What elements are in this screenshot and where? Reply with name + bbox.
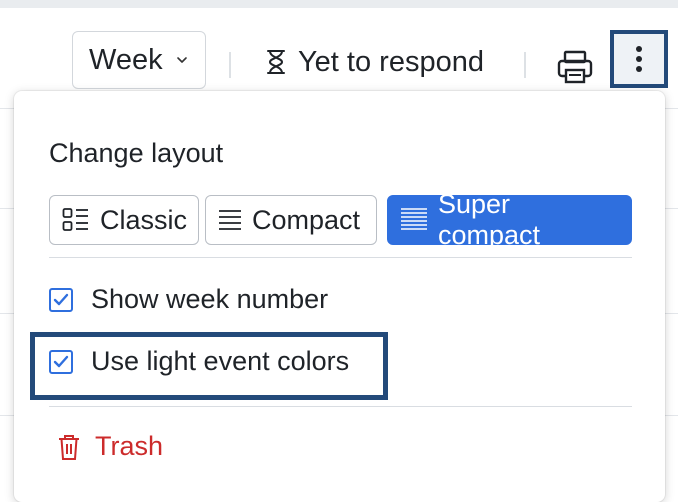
super-compact-layout-icon: [401, 208, 427, 230]
trash-label: Trash: [95, 431, 164, 461]
trash-icon: [59, 434, 79, 460]
light-event-colors-highlight: [30, 332, 388, 400]
yet-to-respond-label: Yet to respond: [298, 45, 484, 78]
view-select-label: Week: [89, 43, 163, 76]
check-icon: [53, 293, 69, 305]
layout-classic-label: Classic: [100, 204, 188, 235]
show-week-number-label: Show week number: [91, 284, 329, 314]
print-button[interactable]: [556, 48, 596, 88]
layout-super-compact-label: Super compact: [438, 189, 541, 250]
printer-icon: [557, 50, 593, 84]
layout-classic-button[interactable]: Classic: [49, 195, 199, 245]
toolbar-separator: [229, 52, 231, 78]
classic-layout-icon: [62, 208, 88, 231]
menu-divider: [49, 257, 632, 258]
layout-super-compact-button[interactable]: Super compact: [387, 189, 632, 250]
menu-divider: [49, 406, 632, 407]
trash-menu-item[interactable]: Trash: [57, 431, 163, 462]
yet-to-respond-button[interactable]: Yet to respond: [264, 38, 484, 86]
more-options-button[interactable]: [610, 30, 668, 88]
layout-compact-button[interactable]: Compact: [205, 195, 377, 245]
change-layout-title: Change layout: [49, 138, 224, 168]
toolbar-separator: [524, 52, 526, 78]
hourglass-icon: [267, 50, 285, 74]
chevron-down-icon: [176, 57, 187, 63]
show-week-number-option[interactable]: Show week number: [49, 284, 328, 315]
options-menu: Change layout Classic Compact Super comp…: [14, 91, 665, 502]
more-vertical-icon: [636, 46, 642, 72]
show-week-number-checkbox[interactable]: [49, 287, 73, 312]
view-select[interactable]: Week: [72, 31, 206, 89]
layout-compact-label: Compact: [252, 204, 361, 235]
compact-layout-icon: [219, 210, 241, 230]
